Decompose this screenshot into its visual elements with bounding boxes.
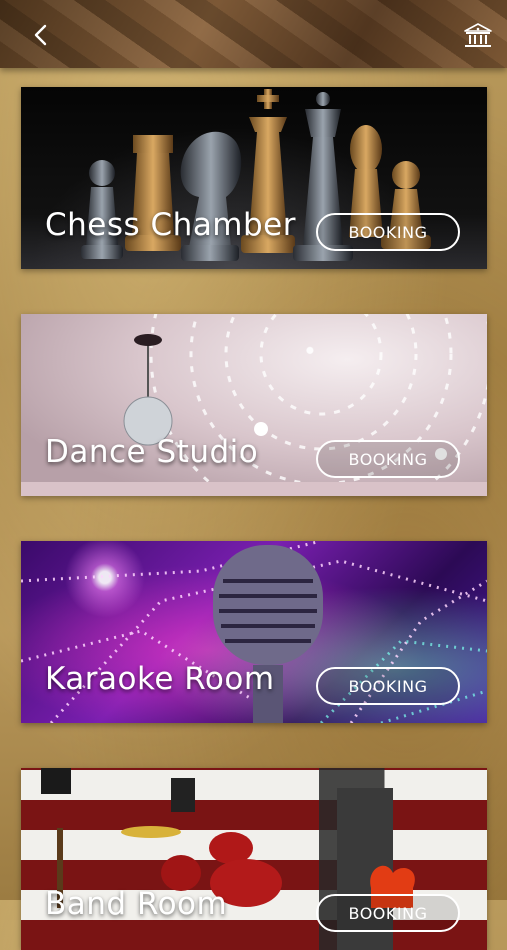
chevron-left-icon: [34, 24, 47, 46]
booking-button-karaoke-room[interactable]: BOOKING: [316, 667, 460, 705]
room-title: Karaoke Room: [45, 661, 275, 697]
booking-button-chess-chamber[interactable]: BOOKING: [316, 213, 460, 251]
room-title: Chess Chamber: [45, 207, 297, 243]
back-button[interactable]: [24, 18, 58, 52]
top-bar: [0, 0, 507, 68]
room-card-karaoke-room[interactable]: Karaoke Room BOOKING: [21, 541, 487, 723]
room-title: Band Room: [45, 886, 228, 922]
building-icon: [464, 23, 492, 47]
room-card-dance-studio[interactable]: Dance Studio BOOKING: [21, 314, 487, 496]
room-card-chess-chamber[interactable]: Chess Chamber BOOKING: [21, 87, 487, 269]
booking-button-dance-studio[interactable]: BOOKING: [316, 440, 460, 478]
room-title: Dance Studio: [45, 434, 259, 470]
home-button[interactable]: [461, 18, 495, 52]
room-card-band-room[interactable]: Band Room BOOKING: [21, 768, 487, 950]
